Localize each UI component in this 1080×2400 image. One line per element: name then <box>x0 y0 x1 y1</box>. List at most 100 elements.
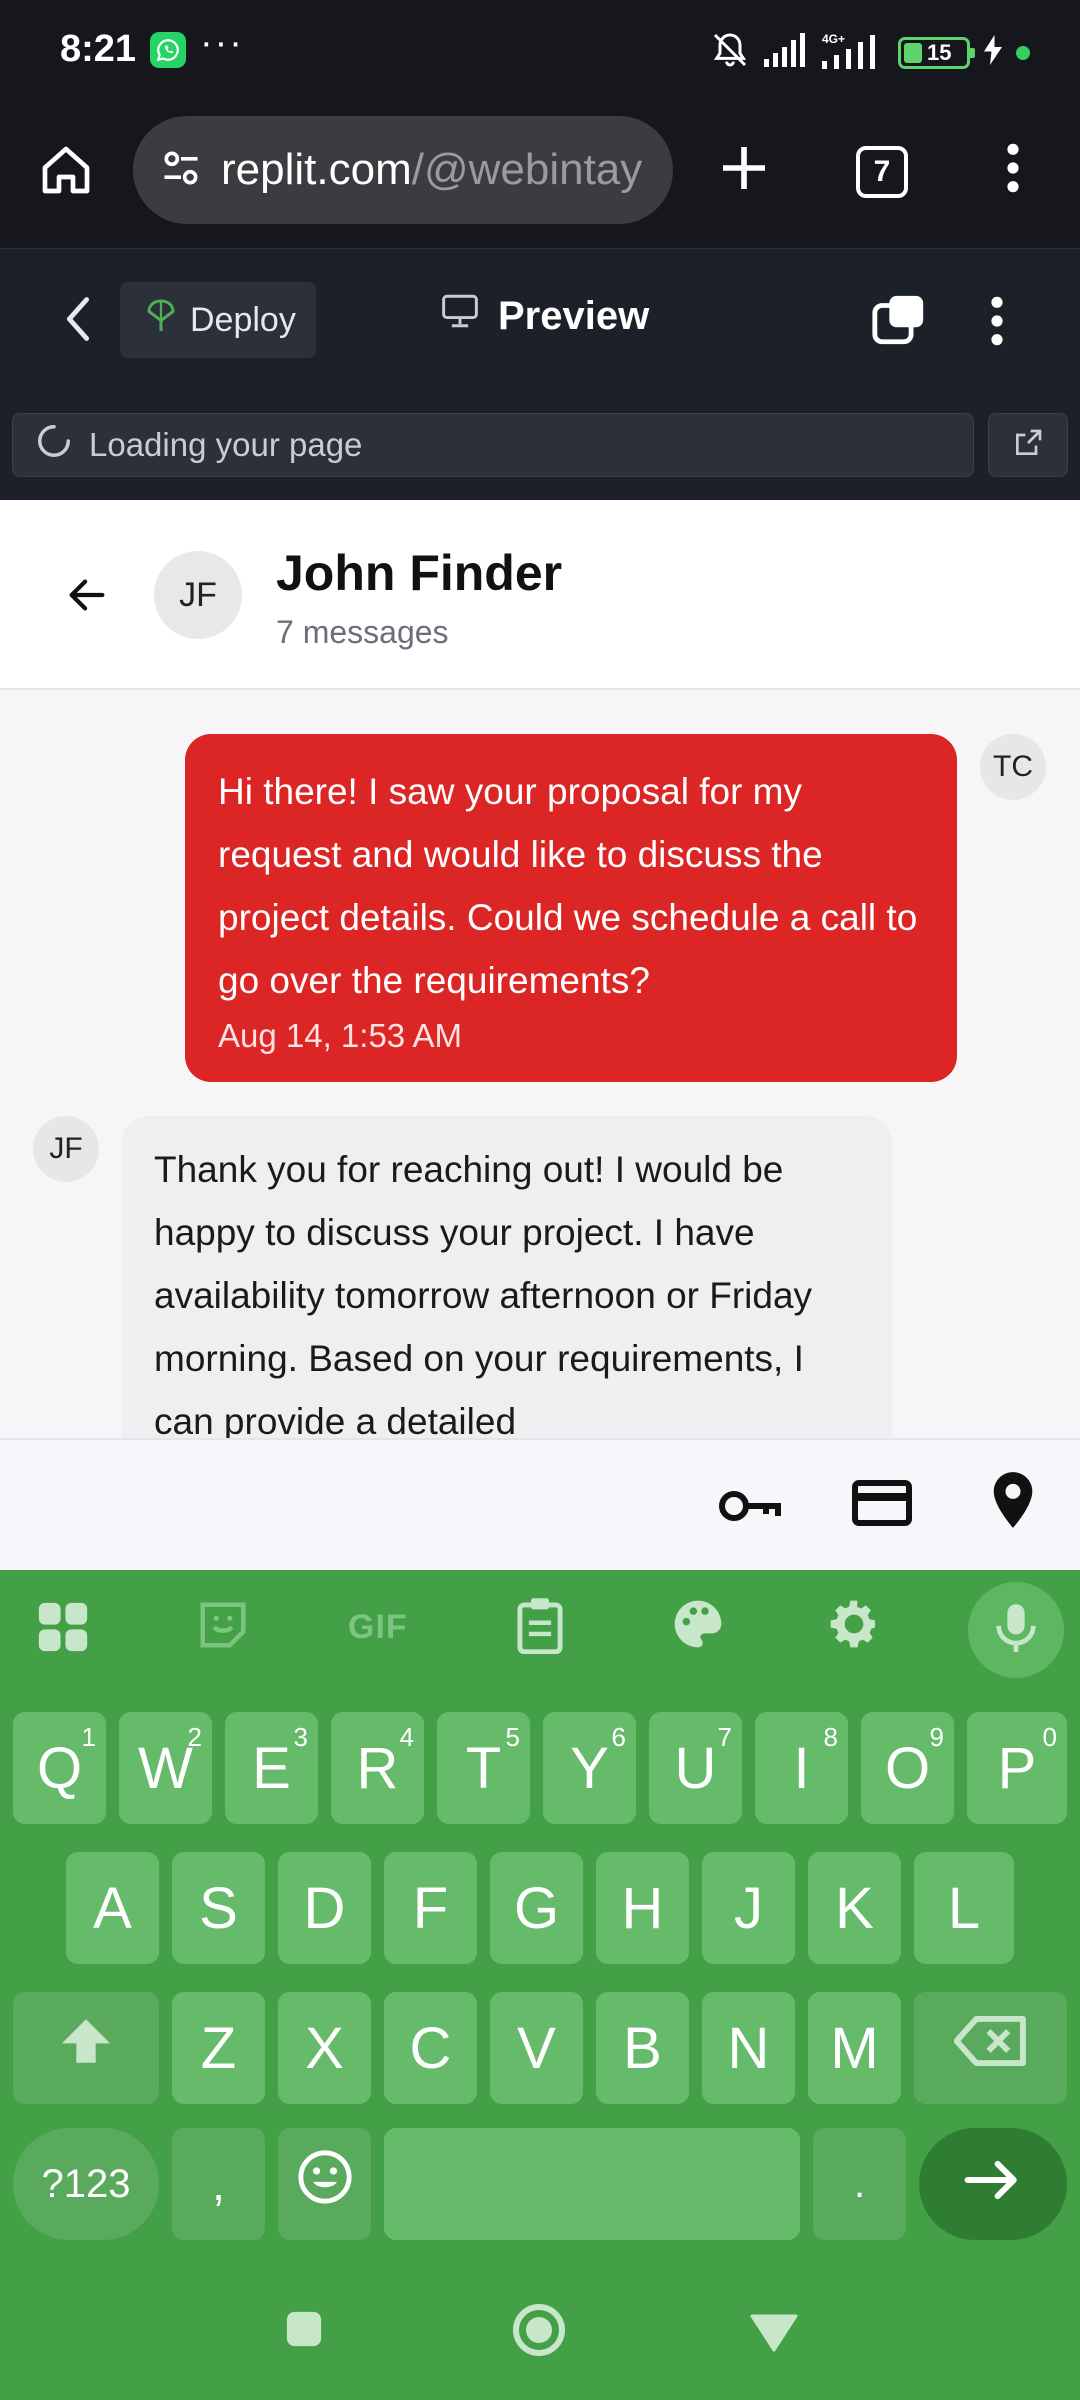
contact-name: John Finder <box>276 545 563 601</box>
backspace-icon <box>953 2014 1028 2082</box>
key-h[interactable]: H <box>596 1852 689 1964</box>
credit-card-icon[interactable] <box>852 1478 912 1533</box>
key-m[interactable]: M <box>808 1992 901 2104</box>
mute-icon <box>710 30 750 75</box>
back-nav-icon[interactable] <box>750 2312 798 2357</box>
key-i[interactable]: I8 <box>755 1712 848 1824</box>
gif-button[interactable]: GIF <box>348 1608 408 1647</box>
clipboard-icon[interactable] <box>514 1596 566 1659</box>
key-y[interactable]: Y6 <box>543 1712 636 1824</box>
address-bar[interactable]: replit.com/@webintay <box>133 116 673 224</box>
microphone-icon <box>993 1602 1039 1659</box>
message-list[interactable]: Hi there! I saw your proposal for my req… <box>0 690 1080 1438</box>
loading-text: Loading your page <box>89 426 363 463</box>
home-icon[interactable] <box>38 142 94 203</box>
symbols-key[interactable]: ?123 <box>13 2128 159 2240</box>
key-a[interactable]: A <box>66 1852 159 1964</box>
key-label: O <box>884 1735 931 1801</box>
key-k[interactable]: K <box>808 1852 901 1964</box>
tab-switcher-button[interactable]: 7 <box>856 146 908 198</box>
shift-icon <box>57 2012 115 2084</box>
location-pin-icon[interactable] <box>990 1470 1036 1535</box>
key-l[interactable]: L <box>914 1852 1014 1964</box>
key-s[interactable]: S <box>172 1852 265 1964</box>
key-label: U <box>674 1735 717 1801</box>
key-r[interactable]: R4 <box>331 1712 424 1824</box>
key-label: R <box>356 1735 399 1801</box>
key-z[interactable]: Z <box>172 1992 265 2104</box>
apps-grid-icon[interactable] <box>34 1598 92 1661</box>
autofill-toolbar <box>0 1438 1080 1570</box>
key-hint: 1 <box>81 1722 96 1752</box>
deploy-label: Deploy <box>190 300 296 339</box>
space-key[interactable] <box>384 2128 800 2240</box>
back-arrow-icon[interactable] <box>64 572 110 623</box>
key-w[interactable]: W2 <box>119 1712 212 1824</box>
palette-icon[interactable] <box>670 1596 726 1657</box>
key-hint: 2 <box>187 1722 202 1752</box>
key-f[interactable]: F <box>384 1852 477 1964</box>
key-j[interactable]: J <box>702 1852 795 1964</box>
message-bubble-outgoing: Hi there! I saw your proposal for my req… <box>185 734 957 1082</box>
sender-avatar: TC <box>980 734 1046 800</box>
key-x[interactable]: X <box>278 1992 371 2104</box>
loading-field[interactable]: Loading your page <box>12 413 974 477</box>
key-hint: 6 <box>611 1722 626 1752</box>
period-key[interactable]: . <box>813 2128 906 2240</box>
panes-icon[interactable] <box>870 291 928 354</box>
replit-menu-icon[interactable] <box>985 293 1009 354</box>
key-v[interactable]: V <box>490 1992 583 2104</box>
open-external-button[interactable] <box>988 413 1068 477</box>
key-hint: 8 <box>823 1722 838 1752</box>
key-label: Q <box>36 1735 83 1801</box>
key-b[interactable]: B <box>596 1992 689 2104</box>
emoji-key[interactable] <box>278 2128 371 2240</box>
key-u[interactable]: U7 <box>649 1712 742 1824</box>
key-hint: 0 <box>1042 1722 1057 1752</box>
sticker-icon[interactable] <box>196 1598 250 1657</box>
deploy-icon <box>146 298 176 343</box>
key-d[interactable]: D <box>278 1852 371 1964</box>
key-icon[interactable] <box>718 1480 782 1537</box>
spinner-icon <box>35 422 73 468</box>
arrow-right-icon <box>963 2151 1023 2218</box>
key-p[interactable]: P0 <box>967 1712 1067 1824</box>
settings-gear-icon[interactable] <box>826 1596 882 1657</box>
key-n[interactable]: N <box>702 1992 795 2104</box>
key-label: W <box>138 1735 193 1801</box>
message-text: Thank you for reaching out! I would be h… <box>154 1149 813 1438</box>
message-bubble-incoming: Thank you for reaching out! I would be h… <box>122 1116 892 1438</box>
key-q[interactable]: Q1 <box>13 1712 106 1824</box>
preview-tab[interactable]: Preview <box>440 293 649 339</box>
preview-label: Preview <box>498 293 650 338</box>
key-t[interactable]: T5 <box>437 1712 530 1824</box>
menu-icon[interactable] <box>996 140 1030 201</box>
comma-key[interactable]: , <box>172 2128 265 2240</box>
key-g[interactable]: G <box>490 1852 583 1964</box>
url-text: replit.com/@webintay <box>221 145 642 195</box>
key-label: T <box>465 1735 502 1801</box>
privacy-indicator <box>1016 45 1030 60</box>
backspace-key[interactable] <box>914 1992 1067 2104</box>
new-tab-icon[interactable] <box>716 140 772 201</box>
preview-url-bar: Loading your page <box>0 388 1080 500</box>
key-hint: 9 <box>929 1722 944 1752</box>
key-label: E <box>252 1735 291 1801</box>
voice-input-button[interactable] <box>968 1582 1064 1678</box>
key-c[interactable]: C <box>384 1992 477 2104</box>
site-settings-icon[interactable] <box>159 146 203 195</box>
key-e[interactable]: E3 <box>225 1712 318 1824</box>
emoji-icon <box>296 2148 354 2220</box>
status-bar: 8:21 ··· 4G+ 15 <box>0 0 1080 100</box>
recents-icon[interactable] <box>285 2310 323 2353</box>
shift-key[interactable] <box>13 1992 159 2104</box>
key-o[interactable]: O9 <box>861 1712 954 1824</box>
system-nav-bar <box>0 2270 1080 2400</box>
enter-key[interactable] <box>919 2128 1067 2240</box>
chevron-left-icon[interactable] <box>58 293 98 350</box>
deploy-button[interactable]: Deploy <box>120 282 316 358</box>
key-label: P <box>997 1735 1037 1801</box>
status-time: 8:21 <box>60 28 137 70</box>
home-nav-icon[interactable] <box>511 2302 567 2363</box>
external-link-icon <box>1012 427 1044 464</box>
